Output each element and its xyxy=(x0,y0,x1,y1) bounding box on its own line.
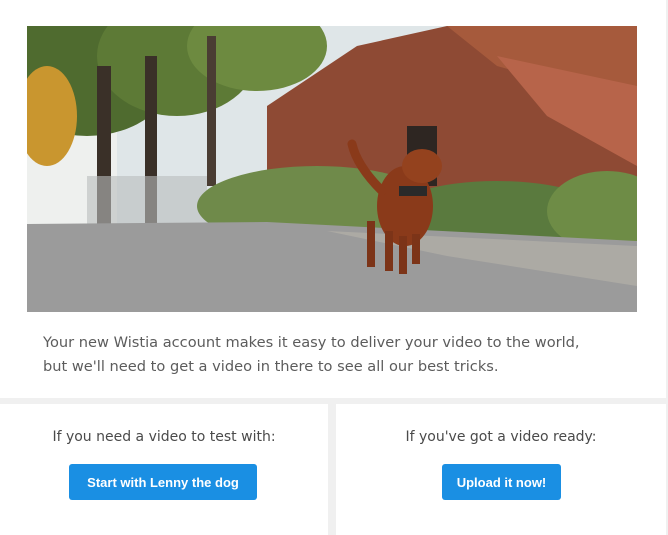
test-video-panel: If you need a video to test with: Start … xyxy=(0,404,328,535)
intro-line-1: Your new Wistia account makes it easy to… xyxy=(43,334,580,351)
welcome-card: Your new Wistia account makes it easy to… xyxy=(0,0,666,398)
upload-video-panel: If you've got a video ready: Upload it n… xyxy=(336,404,666,535)
upload-now-button[interactable]: Upload it now! xyxy=(442,464,561,500)
test-video-prompt: If you need a video to test with: xyxy=(52,429,276,445)
intro-text: Your new Wistia account makes it easy to… xyxy=(43,331,633,379)
start-with-lenny-button[interactable]: Start with Lenny the dog xyxy=(69,464,257,500)
upload-video-prompt: If you've got a video ready: xyxy=(405,429,597,445)
hero-image xyxy=(27,26,637,312)
dog-photo xyxy=(27,26,637,312)
intro-line-2: but we'll need to get a video in there t… xyxy=(43,358,499,375)
